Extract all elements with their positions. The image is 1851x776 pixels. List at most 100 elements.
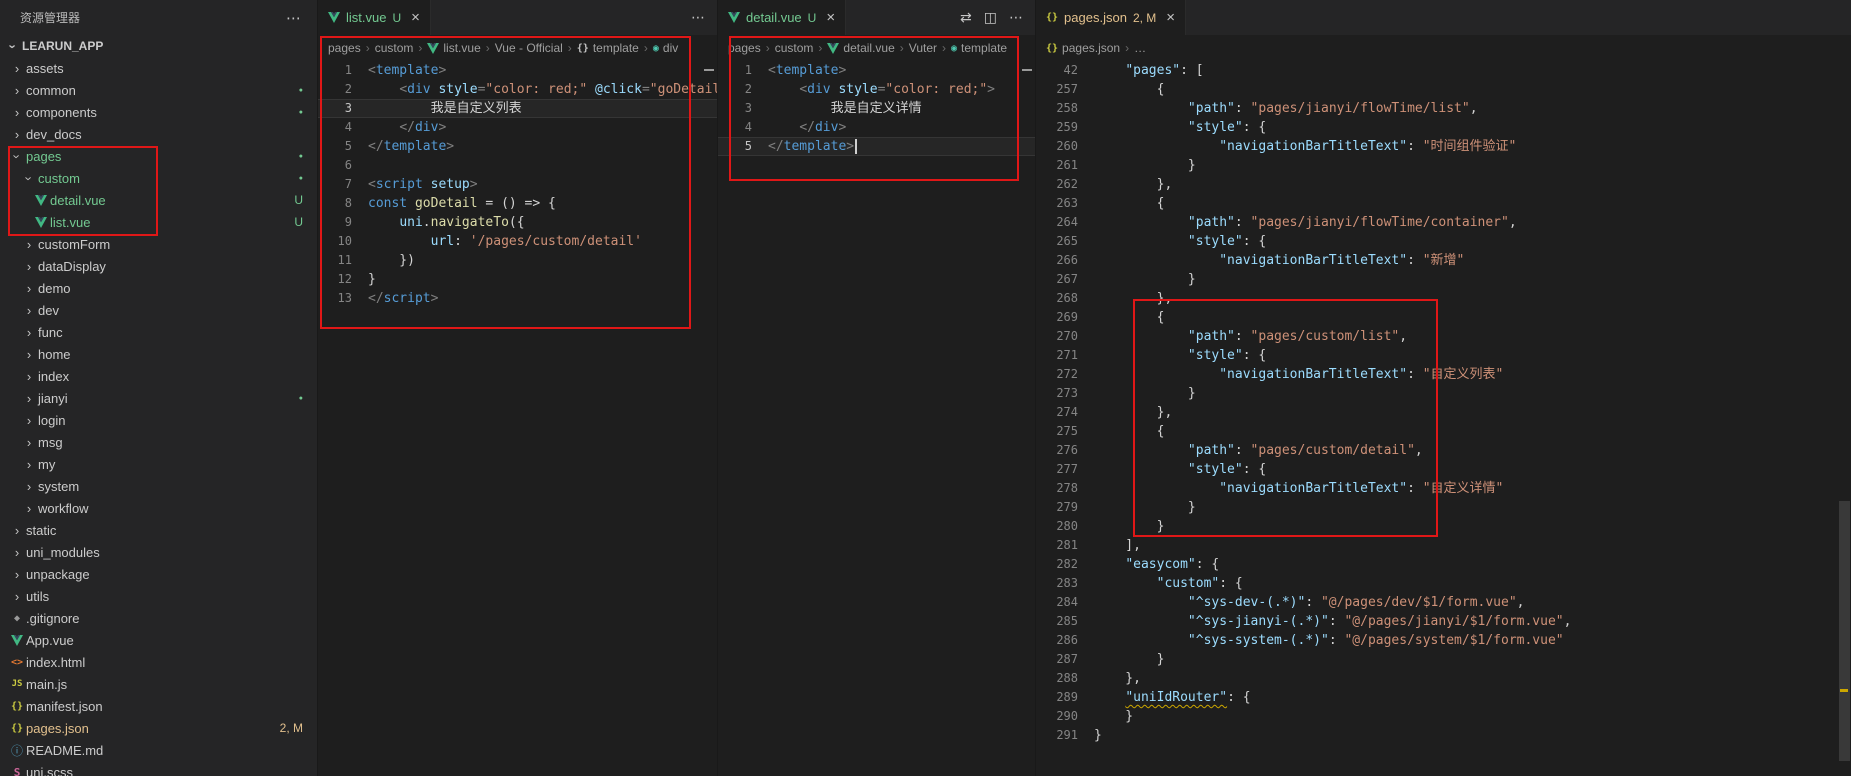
code-line-276[interactable]: 276 "path": "pages/custom/detail",	[1036, 441, 1851, 460]
breadcrumb-item-template[interactable]: ◉template	[951, 41, 1007, 55]
breadcrumb-item-detail.vue[interactable]: detail.vue	[827, 41, 894, 55]
tree-item-detail.vue[interactable]: detail.vueU	[0, 189, 317, 211]
tree-item-README.md[interactable]: ⓘREADME.md	[0, 739, 317, 761]
code-line-278[interactable]: 278 "navigationBarTitleText": "自定义详情"	[1036, 479, 1851, 498]
more-actions-icon[interactable]: ⋯	[1009, 9, 1023, 26]
tab-close-icon[interactable]: ×	[826, 9, 835, 26]
code-line-290[interactable]: 290 }	[1036, 707, 1851, 726]
code-line-273[interactable]: 273 }	[1036, 384, 1851, 403]
code-line-275[interactable]: 275 {	[1036, 422, 1851, 441]
tree-item-customForm[interactable]: ›customForm	[0, 233, 317, 255]
breadcrumb-item-pages[interactable]: pages	[728, 41, 761, 55]
code-editor[interactable]: 1<template>2 <div style="color: red;" @c…	[318, 61, 717, 776]
tree-item-dev_docs[interactable]: ›dev_docs	[0, 123, 317, 145]
code-line-271[interactable]: 271 "style": {	[1036, 346, 1851, 365]
code-line-262[interactable]: 262 },	[1036, 175, 1851, 194]
vertical-scrollbar[interactable]	[1839, 501, 1850, 761]
code-line-291[interactable]: 291}	[1036, 726, 1851, 745]
code-line-5[interactable]: 5</template>	[318, 137, 717, 156]
open-changes-icon[interactable]: ⇄	[960, 9, 972, 26]
tree-item-static[interactable]: ›static	[0, 519, 317, 541]
tree-item-App.vue[interactable]: App.vue	[0, 629, 317, 651]
breadcrumb-item-custom[interactable]: custom	[775, 41, 814, 55]
more-actions-icon[interactable]: ⋯	[691, 9, 705, 26]
tab-detail.vue[interactable]: detail.vue U ×	[718, 0, 846, 35]
breadcrumb-item-pages.json[interactable]: {}pages.json	[1046, 41, 1120, 55]
code-line-283[interactable]: 283 "custom": {	[1036, 574, 1851, 593]
code-editor[interactable]: 1<template>2 <div style="color: red;">3 …	[718, 61, 1035, 776]
tree-item-index.html[interactable]: <>index.html	[0, 651, 317, 673]
breadcrumb-item-list.vue[interactable]: list.vue	[427, 41, 480, 55]
code-line-285[interactable]: 285 "^sys-jianyi-(.*)": "@/pages/jianyi/…	[1036, 612, 1851, 631]
tree-item-system[interactable]: ›system	[0, 475, 317, 497]
tree-item-my[interactable]: ›my	[0, 453, 317, 475]
code-line-279[interactable]: 279 }	[1036, 498, 1851, 517]
code-line-274[interactable]: 274 },	[1036, 403, 1851, 422]
code-line-4[interactable]: 4 </div>	[718, 118, 1035, 137]
tree-item-func[interactable]: ›func	[0, 321, 317, 343]
code-line-5[interactable]: 5</template>	[718, 137, 1035, 156]
tree-item-utils[interactable]: ›utils	[0, 585, 317, 607]
tree-item-uni.scss[interactable]: Suni.scss	[0, 761, 317, 776]
tree-item-pages.json[interactable]: {}pages.json2, M	[0, 717, 317, 739]
tab-close-icon[interactable]: ×	[411, 9, 420, 26]
code-line-8[interactable]: 8const goDetail = () => {	[318, 194, 717, 213]
code-line-257[interactable]: 257 {	[1036, 80, 1851, 99]
tree-item-workflow[interactable]: ›workflow	[0, 497, 317, 519]
tree-item-dev[interactable]: ›dev	[0, 299, 317, 321]
split-editor-icon[interactable]: ◫	[984, 9, 997, 26]
tree-item-msg[interactable]: ›msg	[0, 431, 317, 453]
code-line-13[interactable]: 13</script>	[318, 289, 717, 308]
code-line-264[interactable]: 264 "path": "pages/jianyi/flowTime/conta…	[1036, 213, 1851, 232]
code-line-259[interactable]: 259 "style": {	[1036, 118, 1851, 137]
code-line-6[interactable]: 6	[318, 156, 717, 175]
tree-item-jianyi[interactable]: ›jianyi●	[0, 387, 317, 409]
tree-item-unpackage[interactable]: ›unpackage	[0, 563, 317, 585]
code-line-284[interactable]: 284 "^sys-dev-(.*)": "@/pages/dev/$1/for…	[1036, 593, 1851, 612]
breadcrumb-item-template[interactable]: {}template	[577, 41, 639, 55]
tree-item-custom[interactable]: ›custom●	[0, 167, 317, 189]
tree-root[interactable]: › LEARUN_APP	[0, 35, 317, 57]
breadcrumb-item-Vuter[interactable]: Vuter	[909, 41, 937, 55]
tree-item-pages[interactable]: ›pages●	[0, 145, 317, 167]
tree-item-demo[interactable]: ›demo	[0, 277, 317, 299]
code-line-268[interactable]: 268 },	[1036, 289, 1851, 308]
code-line-272[interactable]: 272 "navigationBarTitleText": "自定义列表"	[1036, 365, 1851, 384]
breadcrumb-item-pages[interactable]: pages	[328, 41, 361, 55]
code-line-269[interactable]: 269 {	[1036, 308, 1851, 327]
code-line-286[interactable]: 286 "^sys-system-(.*)": "@/pages/system/…	[1036, 631, 1851, 650]
code-line-282[interactable]: 282 "easycom": {	[1036, 555, 1851, 574]
tree-item-list.vue[interactable]: list.vueU	[0, 211, 317, 233]
code-editor[interactable]: 42 "pages": [257 {258 "path": "pages/jia…	[1036, 61, 1851, 776]
code-line-266[interactable]: 266 "navigationBarTitleText": "新增"	[1036, 251, 1851, 270]
tree-item-common[interactable]: ›common●	[0, 79, 317, 101]
tree-item-uni_modules[interactable]: ›uni_modules	[0, 541, 317, 563]
code-line-1[interactable]: 1<template>	[318, 61, 717, 80]
code-line-12[interactable]: 12}	[318, 270, 717, 289]
tree-item-assets[interactable]: ›assets	[0, 57, 317, 79]
code-line-265[interactable]: 265 "style": {	[1036, 232, 1851, 251]
code-line-267[interactable]: 267 }	[1036, 270, 1851, 289]
code-line-260[interactable]: 260 "navigationBarTitleText": "时间组件验证"	[1036, 137, 1851, 156]
tab-close-icon[interactable]: ×	[1166, 9, 1175, 26]
code-line-289[interactable]: 289 "uniIdRouter": {	[1036, 688, 1851, 707]
tree-item-main.js[interactable]: JSmain.js	[0, 673, 317, 695]
tab-list.vue[interactable]: list.vue U ×	[318, 0, 431, 35]
code-line-10[interactable]: 10 url: '/pages/custom/detail'	[318, 232, 717, 251]
code-line-270[interactable]: 270 "path": "pages/custom/list",	[1036, 327, 1851, 346]
tree-item-login[interactable]: ›login	[0, 409, 317, 431]
breadcrumb-item-…[interactable]: …	[1134, 41, 1146, 55]
more-actions-icon[interactable]: ⋯	[286, 9, 301, 27]
code-line-9[interactable]: 9 uni.navigateTo({	[318, 213, 717, 232]
code-line-288[interactable]: 288 },	[1036, 669, 1851, 688]
tree-item-home[interactable]: ›home	[0, 343, 317, 365]
code-line-258[interactable]: 258 "path": "pages/jianyi/flowTime/list"…	[1036, 99, 1851, 118]
code-line-277[interactable]: 277 "style": {	[1036, 460, 1851, 479]
code-line-281[interactable]: 281 ],	[1036, 536, 1851, 555]
code-line-263[interactable]: 263 {	[1036, 194, 1851, 213]
tree-item-dataDisplay[interactable]: ›dataDisplay	[0, 255, 317, 277]
code-line-2[interactable]: 2 <div style="color: red;" @click="goDet…	[318, 80, 717, 99]
code-line-42[interactable]: 42 "pages": [	[1036, 61, 1851, 80]
code-line-4[interactable]: 4 </div>	[318, 118, 717, 137]
code-line-3[interactable]: 3 我是自定义详情	[718, 99, 1035, 118]
